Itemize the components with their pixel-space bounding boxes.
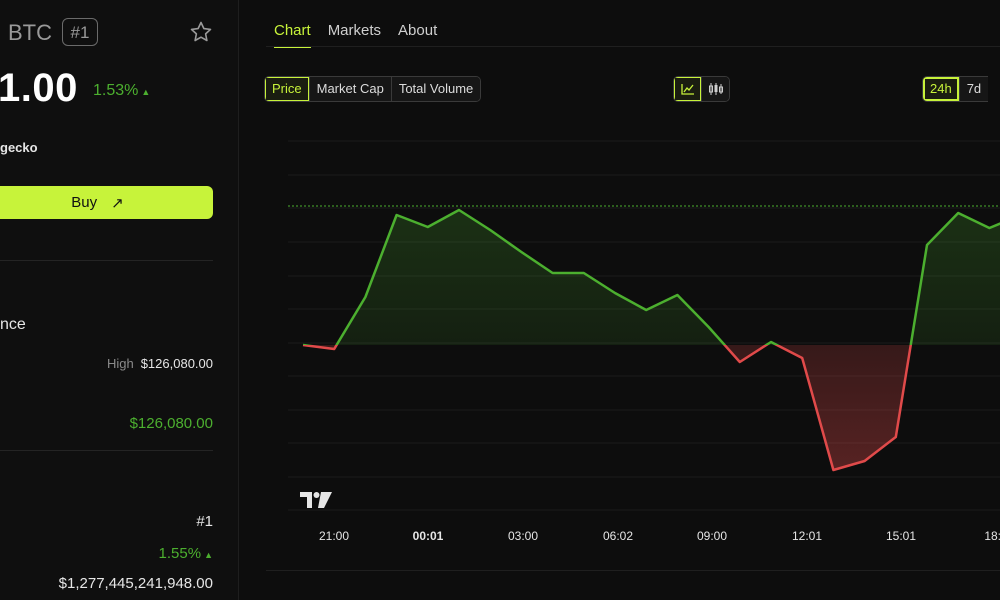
coin-price: 1.00 [0, 66, 78, 110]
x-tick-label: 03:00 [508, 529, 538, 543]
tabs-underline [266, 46, 1000, 47]
x-tick-label: 21:00 [319, 529, 349, 543]
sidebar-divider [238, 0, 239, 600]
total-volume-button[interactable]: Total Volume [391, 77, 481, 101]
line-chart-icon [680, 84, 694, 95]
rank-badge: #1 [62, 18, 98, 46]
price-change: 1.53% ▲ [93, 82, 151, 99]
buy-label: Buy [71, 194, 98, 211]
up-arrow-icon: ▲ [204, 550, 213, 560]
high-label: High [107, 356, 134, 371]
chart-type-toggle [673, 76, 730, 102]
rank-change: 1.55% ▲ [158, 545, 213, 562]
metric-toggle: Price Market Cap Total Volume [264, 76, 482, 102]
x-tick-label: 09:00 [697, 529, 727, 543]
star-icon[interactable] [189, 20, 213, 44]
arrow-up-right-icon: ↗ [111, 194, 124, 212]
line-chart-button[interactable] [674, 77, 702, 101]
section-divider [0, 450, 213, 451]
high-value: $126,080.00 [140, 356, 213, 371]
x-tick-label: 06:02 [603, 529, 633, 543]
x-tick-label: 12:01 [792, 529, 822, 543]
tab-about[interactable]: About [398, 22, 437, 48]
tab-chart[interactable]: Chart [274, 22, 311, 48]
price-button[interactable]: Price [265, 77, 310, 101]
source-label: gecko [0, 140, 38, 155]
buy-button[interactable]: Buy ↗ [0, 186, 213, 219]
performance-title: nce [0, 316, 26, 333]
tab-markets[interactable]: Markets [328, 22, 381, 48]
x-tick-label: 00:01 [413, 529, 444, 543]
coin-symbol: BTC [8, 20, 52, 45]
x-tick-label: 18:0 [984, 529, 1000, 543]
range-24h-button[interactable]: 24h [923, 77, 960, 101]
candlestick-icon [708, 83, 723, 95]
range-7d-button[interactable]: 7d [959, 77, 989, 101]
market-cap-value: $1,277,445,241,948.00 [58, 575, 213, 592]
tradingview-logo [300, 492, 332, 508]
candlestick-button[interactable] [702, 77, 729, 101]
high-value-green: $126,080.00 [129, 415, 213, 432]
x-tick-label: 15:01 [886, 529, 916, 543]
range-toggle: 24h 7d [922, 76, 989, 102]
tab-bar: Chart Markets About [274, 22, 437, 48]
section-divider [0, 260, 213, 261]
price-chart[interactable]: 21:00 00:01 03:00 06:02 09:00 12:01 15:01 18:0 [266, 110, 1000, 550]
chart-bottom-divider [266, 570, 1000, 571]
market-cap-button[interactable]: Market Cap [309, 77, 392, 101]
rank-value: #1 [196, 513, 213, 530]
up-arrow-icon: ▲ [141, 87, 151, 97]
